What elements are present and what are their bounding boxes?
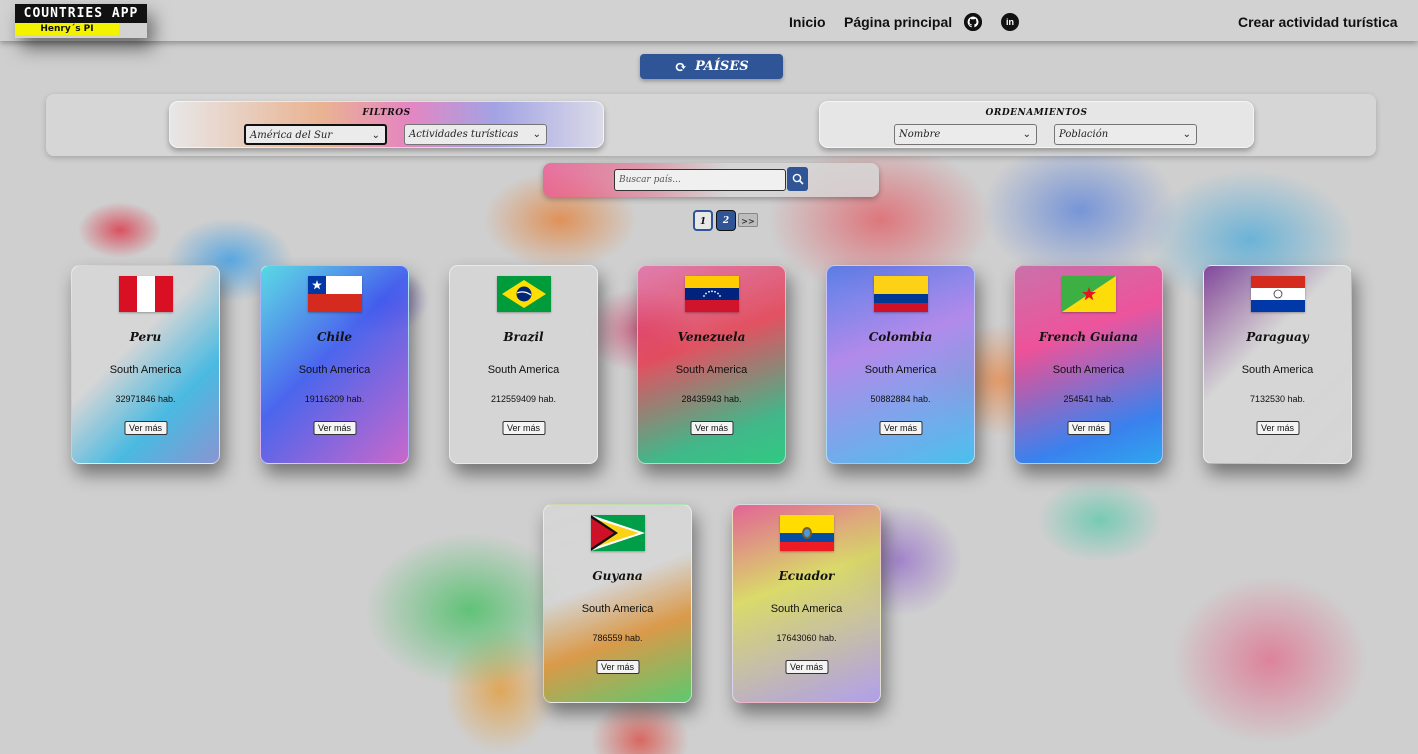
country-population: 32971846 hab. — [115, 394, 176, 404]
country-continent: South America — [1052, 364, 1125, 376]
countries-reset-button[interactable]: ⟳ PAÍSES — [640, 54, 783, 79]
see-more-button[interactable]: Ver más — [878, 421, 923, 435]
country-card: Colombia South America 50882884 hab. Ver… — [826, 265, 975, 464]
population-sort-select[interactable]: Población ⌄ — [1054, 124, 1197, 145]
top-navbar: COUNTRIES APP Henry´s PI Inicio Página p… — [0, 0, 1418, 41]
chevron-down-icon: ⌄ — [1182, 129, 1191, 140]
country-card: Paraguay South America 7132530 hab. Ver … — [1203, 265, 1352, 464]
nav-main-page-link[interactable]: Página principal — [844, 14, 952, 30]
activity-filter-select[interactable]: Actividades turísticas ⌄ — [404, 124, 547, 145]
see-more-button[interactable]: Ver más — [1255, 421, 1300, 435]
country-continent: South America — [487, 364, 560, 376]
country-continent: South America — [298, 364, 371, 376]
github-icon[interactable] — [964, 13, 982, 31]
country-continent: South America — [1241, 364, 1314, 376]
country-name: Chile — [316, 330, 353, 344]
brazil-flag — [497, 276, 551, 312]
chevron-down-icon: ⌄ — [532, 129, 541, 140]
country-name: Venezuela — [677, 330, 746, 344]
chevron-down-icon: ⌄ — [371, 130, 380, 141]
french-guiana-flag — [1062, 276, 1116, 312]
filters-title: FILTROS — [362, 108, 411, 118]
guyana-flag — [591, 515, 645, 551]
see-more-button[interactable]: Ver más — [784, 660, 829, 674]
search-icon — [792, 173, 804, 185]
see-more-button[interactable]: Ver más — [1066, 421, 1111, 435]
app-logo[interactable]: COUNTRIES APP Henry´s PI — [15, 4, 147, 38]
country-card: Venezuela South America 28435943 hab. Ve… — [637, 265, 786, 464]
nav-home-link[interactable]: Inicio — [789, 14, 826, 30]
pagination-page-1[interactable]: 1 — [693, 210, 713, 231]
sorts-title: ORDENAMIENTOS — [985, 108, 1088, 118]
venezuela-flag — [685, 276, 739, 312]
name-sort-select[interactable]: Nombre ⌄ — [894, 124, 1037, 145]
search-input[interactable]: Buscar país... — [614, 169, 786, 191]
country-continent: South America — [864, 364, 937, 376]
country-name: Paraguay — [1246, 330, 1309, 344]
country-name: Guyana — [592, 569, 643, 583]
colombia-flag — [874, 276, 928, 312]
country-continent: South America — [770, 603, 843, 615]
country-name: Ecuador — [778, 569, 835, 583]
country-continent: South America — [109, 364, 182, 376]
pagination-page-2[interactable]: 2 — [716, 210, 736, 231]
country-name: Colombia — [868, 330, 933, 344]
see-more-button[interactable]: Ver más — [123, 421, 168, 435]
create-activity-link[interactable]: Crear actividad turística — [1238, 14, 1398, 30]
country-name: French Guiana — [1038, 330, 1138, 344]
see-more-button[interactable]: Ver más — [501, 421, 546, 435]
search-bar: Buscar país... — [543, 163, 879, 197]
activity-filter-value: Actividades turísticas — [409, 129, 519, 140]
population-sort-value: Población — [1059, 129, 1109, 140]
search-button[interactable] — [787, 167, 808, 191]
country-population: 786559 hab. — [592, 633, 643, 643]
country-continent: South America — [675, 364, 748, 376]
continent-filter-value: América del Sur — [250, 130, 333, 141]
filter-sort-panel: FILTROS América del Sur ⌄ Actividades tu… — [46, 94, 1376, 156]
name-sort-value: Nombre — [899, 129, 941, 140]
country-card: French Guiana South America 254541 hab. … — [1014, 265, 1163, 464]
chevron-down-icon: ⌄ — [1022, 129, 1031, 140]
paraguay-flag — [1251, 276, 1305, 312]
see-more-button[interactable]: Ver más — [595, 660, 640, 674]
filters-group: FILTROS América del Sur ⌄ Actividades tu… — [169, 101, 604, 148]
continent-filter-select[interactable]: América del Sur ⌄ — [244, 124, 387, 145]
country-card: Brazil South America 212559409 hab. Ver … — [449, 265, 598, 464]
country-card: Ecuador South America 17643060 hab. Ver … — [732, 504, 881, 703]
country-population: 17643060 hab. — [776, 633, 837, 643]
country-population: 19116209 hab. — [304, 394, 365, 404]
chile-flag — [308, 276, 362, 312]
logo-subtitle: Henry´s PI — [15, 23, 119, 35]
pagination-next-button[interactable]: >> — [738, 213, 758, 227]
country-card: Chile South America 19116209 hab. Ver má… — [260, 265, 409, 464]
country-population: 50882884 hab. — [870, 394, 931, 404]
logo-title: COUNTRIES APP — [15, 4, 147, 23]
country-population: 254541 hab. — [1063, 394, 1114, 404]
country-population: 28435943 hab. — [681, 394, 742, 404]
linkedin-icon[interactable]: in — [1001, 13, 1019, 31]
see-more-button[interactable]: Ver más — [312, 421, 357, 435]
country-population: 7132530 hab. — [1249, 394, 1306, 404]
country-population: 212559409 hab. — [490, 394, 557, 404]
country-card: Peru South America 32971846 hab. Ver más — [71, 265, 220, 464]
sorts-group: ORDENAMIENTOS Nombre ⌄ Población ⌄ — [819, 101, 1254, 148]
ecuador-flag — [780, 515, 834, 551]
peru-flag — [119, 276, 173, 312]
country-continent: South America — [581, 603, 654, 615]
country-name: Peru — [129, 330, 162, 344]
country-name: Brazil — [503, 330, 544, 344]
refresh-icon: ⟳ — [674, 57, 687, 76]
see-more-button[interactable]: Ver más — [689, 421, 734, 435]
country-card: Guyana South America 786559 hab. Ver más — [543, 504, 692, 703]
countries-button-label: PAÍSES — [694, 59, 749, 74]
